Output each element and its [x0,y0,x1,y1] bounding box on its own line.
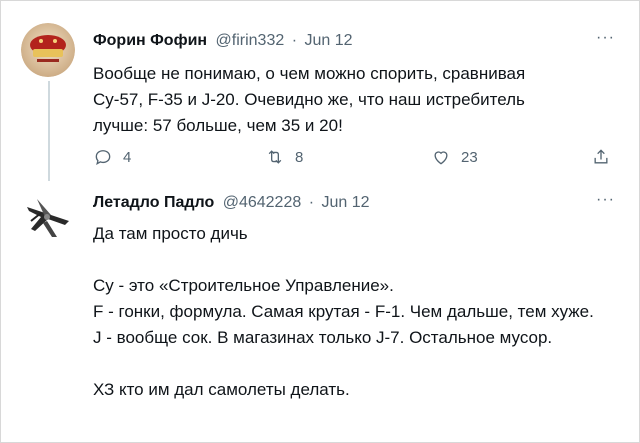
reply-count: 4 [123,148,132,166]
avatar-firin-image [21,23,75,77]
tweet-paragraph: ХЗ кто им дал самолеты делать. [93,380,350,399]
tweet-firin[interactable]: Форин Фофин @firin332 · Jun 12 ··· Вообщ… [1,1,640,181]
share-button[interactable] [591,147,611,167]
share-icon [594,149,608,164]
tweet-header: Форин Фофин @firin332 · Jun 12 [93,31,353,51]
retweet-button[interactable]: 8 [265,147,303,167]
separator: · [308,194,315,211]
more-icon[interactable]: ··· [596,30,615,46]
retweet-icon [268,150,282,164]
tweet-text: Да там просто дичь Су - это «Строительно… [93,221,609,403]
avatar-firin[interactable] [21,23,75,77]
more-icon[interactable]: ··· [596,192,615,208]
avatar-letadlo-image [21,191,75,245]
author-name[interactable]: Форин Фофин [93,32,207,49]
screenshot-frame: Форин Фофин @firin332 · Jun 12 ··· Вообщ… [0,0,640,443]
tweet-date[interactable]: Jun 12 [321,194,369,211]
reply-icon [95,150,111,165]
avatar-letadlo[interactable] [21,191,75,245]
tweet-text-line: лучше: 57 больше, чем 35 и 20! [93,116,343,135]
tweet-paragraph: Да там просто дичь [93,224,248,243]
tweet-paragraph: Су - это «Строительное Управление». [93,276,394,295]
author-handle[interactable]: @firin332 [216,32,285,49]
author-handle[interactable]: @4642228 [223,194,302,211]
like-count: 23 [461,148,478,166]
tweet-paragraph: F - гонки, формула. Самая крутая - F-1. … [93,302,594,321]
author-name[interactable]: Летадло Падло [93,194,214,211]
tweet-text-line: Су-57, F-35 и J-20. Очевидно же, что наш… [93,90,525,109]
retweet-count: 8 [295,148,304,166]
tweet-date[interactable]: Jun 12 [304,32,352,49]
tweet-header: Летадло Падло @4642228 · Jun 12 [93,193,370,213]
tweet-letadlo[interactable]: Летадло Падло @4642228 · Jun 12 ··· Да т… [1,181,640,442]
tweet-actions: 4 8 23 [93,147,623,171]
like-button[interactable]: 23 [431,147,478,167]
like-icon [434,151,448,165]
reply-button[interactable]: 4 [93,147,131,167]
thread-line [48,81,50,181]
tweet-text-line: Вообще не понимаю, о чем можно спорить, … [93,64,526,83]
tweet-paragraph: J - вообще сок. В магазинах только J-7. … [93,328,553,347]
separator: · [291,32,298,49]
tweet-text: Вообще не понимаю, о чем можно спорить, … [93,61,613,139]
